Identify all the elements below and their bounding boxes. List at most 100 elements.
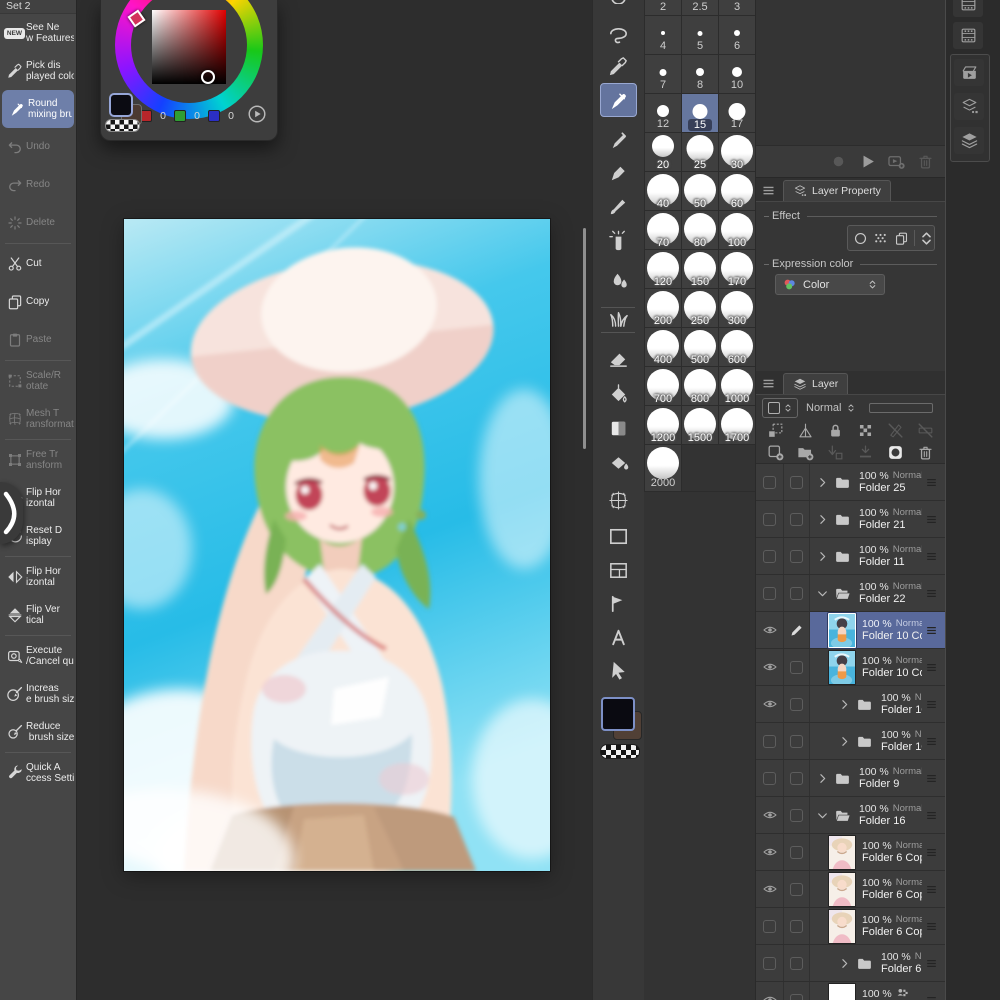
tab-layer-property[interactable]: Layer Property bbox=[783, 180, 891, 201]
layer-row[interactable]: 100 %Layer 100 bbox=[756, 982, 945, 1000]
tool-fill[interactable] bbox=[600, 446, 637, 480]
visibility-toggle[interactable] bbox=[756, 612, 784, 648]
brush-size-20[interactable]: 20 bbox=[645, 133, 682, 171]
layer-row-content[interactable]: 100 %NormalFolder 10 Copy bbox=[810, 612, 945, 648]
opacity-slider[interactable] bbox=[869, 403, 934, 413]
new-raster-layer-button[interactable] bbox=[766, 443, 785, 462]
tool-frame-border[interactable] bbox=[600, 553, 637, 587]
edit-indicator[interactable] bbox=[784, 612, 810, 648]
layer-menu-icon[interactable] bbox=[924, 809, 939, 822]
brush-size-10[interactable]: 10 bbox=[719, 55, 756, 93]
visibility-toggle[interactable] bbox=[756, 871, 784, 907]
edit-indicator[interactable] bbox=[784, 538, 810, 574]
chevron-down-icon[interactable] bbox=[816, 809, 829, 822]
layer-menu-icon[interactable] bbox=[924, 846, 939, 859]
canvas[interactable] bbox=[124, 219, 550, 871]
command-cut[interactable]: Cut bbox=[0, 245, 76, 283]
transparent-swatch-tools[interactable] bbox=[600, 744, 640, 759]
layer-property-menu-icon[interactable] bbox=[761, 183, 776, 198]
layer-row[interactable]: 100 % Normal Folder 21 bbox=[756, 501, 945, 538]
blend-mode-stepper-icon[interactable] bbox=[846, 401, 856, 415]
visibility-toggle[interactable] bbox=[756, 797, 784, 833]
new-layer-folder-button[interactable] bbox=[796, 443, 815, 462]
brush-size-250[interactable]: 250 bbox=[682, 289, 719, 327]
timeline-panel-button[interactable] bbox=[953, 0, 983, 17]
chevron-down-icon[interactable] bbox=[816, 587, 829, 600]
brush-size-2000[interactable]: 2000 bbox=[645, 445, 682, 491]
layer-row[interactable]: 100 %NormalFolder 10 bbox=[756, 723, 945, 760]
brush-shape-select-button[interactable] bbox=[762, 398, 798, 418]
layer-row-content[interactable]: 100 %NormalFolder 10 C bbox=[810, 686, 945, 722]
layer-menu-icon[interactable] bbox=[924, 772, 939, 785]
tool-eraser[interactable] bbox=[600, 340, 637, 374]
layer-row[interactable]: 100 %NormalFolder 10 Copy bbox=[756, 612, 945, 649]
brush-size-15[interactable]: 15 bbox=[682, 94, 719, 132]
layer-row[interactable]: 100 %NormalFolder 6 Copy 2 bbox=[756, 834, 945, 871]
command-increase-brush-size[interactable]: Increas e brush siz bbox=[0, 675, 76, 713]
visibility-toggle[interactable] bbox=[756, 945, 784, 981]
color-mixer-icon[interactable] bbox=[246, 103, 268, 125]
blend-mode-value[interactable]: Normal bbox=[806, 402, 841, 414]
visibility-toggle[interactable] bbox=[756, 538, 784, 574]
layer-row-content[interactable]: 100 %NormalFolder 6 bbox=[810, 945, 945, 981]
brush-size-500[interactable]: 500 bbox=[682, 328, 719, 366]
layer-thumbnail[interactable] bbox=[828, 649, 856, 685]
layer-property-panel-button[interactable] bbox=[954, 93, 984, 120]
tool-perspective-grid[interactable] bbox=[600, 483, 637, 517]
tool-lasso[interactable] bbox=[600, 18, 637, 52]
effect-stepper-icon[interactable] bbox=[918, 230, 932, 247]
create-layer-mask-button[interactable] bbox=[886, 443, 905, 462]
brush-size-1000[interactable]: 1000 bbox=[719, 367, 756, 405]
brush-size-300[interactable]: 300 bbox=[719, 289, 756, 327]
layer-menu-icon[interactable] bbox=[924, 476, 939, 489]
edit-indicator[interactable] bbox=[784, 686, 810, 722]
tool-paintbrush[interactable] bbox=[600, 189, 637, 223]
brush-size-60[interactable]: 60 bbox=[719, 172, 756, 210]
brush-size-8[interactable]: 8 bbox=[682, 55, 719, 93]
layer-row[interactable]: 100 % Normal Folder 25 bbox=[756, 464, 945, 501]
command-see-new-features[interactable]: NEW See Ne w Features bbox=[0, 14, 76, 52]
brush-size-5[interactable]: 5 bbox=[682, 16, 719, 54]
layer-row[interactable]: 100 % Normal Folder 9 bbox=[756, 760, 945, 797]
visibility-toggle[interactable] bbox=[756, 575, 784, 611]
brush-size-150[interactable]: 150 bbox=[682, 250, 719, 288]
brush-size-70[interactable]: 70 bbox=[645, 211, 682, 249]
chevron-right-icon[interactable] bbox=[816, 772, 829, 785]
edit-indicator[interactable] bbox=[784, 797, 810, 833]
tool-water-drops[interactable] bbox=[600, 263, 637, 297]
layer-menu-icon[interactable] bbox=[924, 698, 939, 711]
edit-indicator[interactable] bbox=[784, 871, 810, 907]
main-color-swatch-tools[interactable] bbox=[601, 697, 635, 731]
edit-indicator[interactable] bbox=[784, 908, 810, 944]
visibility-toggle[interactable] bbox=[756, 908, 784, 944]
command-copy[interactable]: Copy bbox=[0, 283, 76, 321]
brush-size-170[interactable]: 170 bbox=[719, 250, 756, 288]
edit-indicator[interactable] bbox=[784, 760, 810, 796]
command-execute-cancel[interactable]: Execute /Cancel qui bbox=[0, 637, 76, 675]
canvas-scrollbar[interactable] bbox=[583, 228, 586, 449]
tool-gradient[interactable] bbox=[600, 411, 637, 445]
delete-frame-button[interactable] bbox=[916, 152, 935, 171]
clip-to-layer-below-button[interactable] bbox=[766, 421, 785, 440]
brush-size-12[interactable]: 12 bbox=[645, 94, 682, 132]
layer-menu-icon[interactable] bbox=[924, 513, 939, 526]
visibility-toggle[interactable] bbox=[756, 686, 784, 722]
visibility-toggle[interactable] bbox=[756, 464, 784, 500]
brush-size-2.5[interactable]: 2.5 bbox=[682, 0, 719, 15]
brush-size-1500[interactable]: 1500 bbox=[682, 406, 719, 444]
edit-indicator[interactable] bbox=[784, 575, 810, 611]
brush-size-80[interactable]: 80 bbox=[682, 211, 719, 249]
chevron-right-icon[interactable] bbox=[816, 513, 829, 526]
layer-row-content[interactable]: 100 %NormalFolder 6 Copy bbox=[810, 908, 945, 944]
layer-row-content[interactable]: 100 %NormalFolder 10 Copy bbox=[810, 649, 945, 685]
layer-row-content[interactable]: 100 % Normal Folder 22 bbox=[810, 575, 945, 611]
layer-menu-icon[interactable] bbox=[924, 920, 939, 933]
layer-menu-icon[interactable] bbox=[924, 661, 939, 674]
export-animation-button[interactable] bbox=[887, 152, 906, 171]
command-flip-vertical[interactable]: Flip Ver tical bbox=[0, 596, 76, 634]
command-pick-displayed-color[interactable]: Pick dis played colo bbox=[0, 52, 76, 90]
tool-eyedropper[interactable] bbox=[600, 49, 637, 83]
brush-size-6[interactable]: 6 bbox=[719, 16, 756, 54]
visibility-toggle[interactable] bbox=[756, 760, 784, 796]
layer-panel-menu-icon[interactable] bbox=[761, 376, 776, 391]
